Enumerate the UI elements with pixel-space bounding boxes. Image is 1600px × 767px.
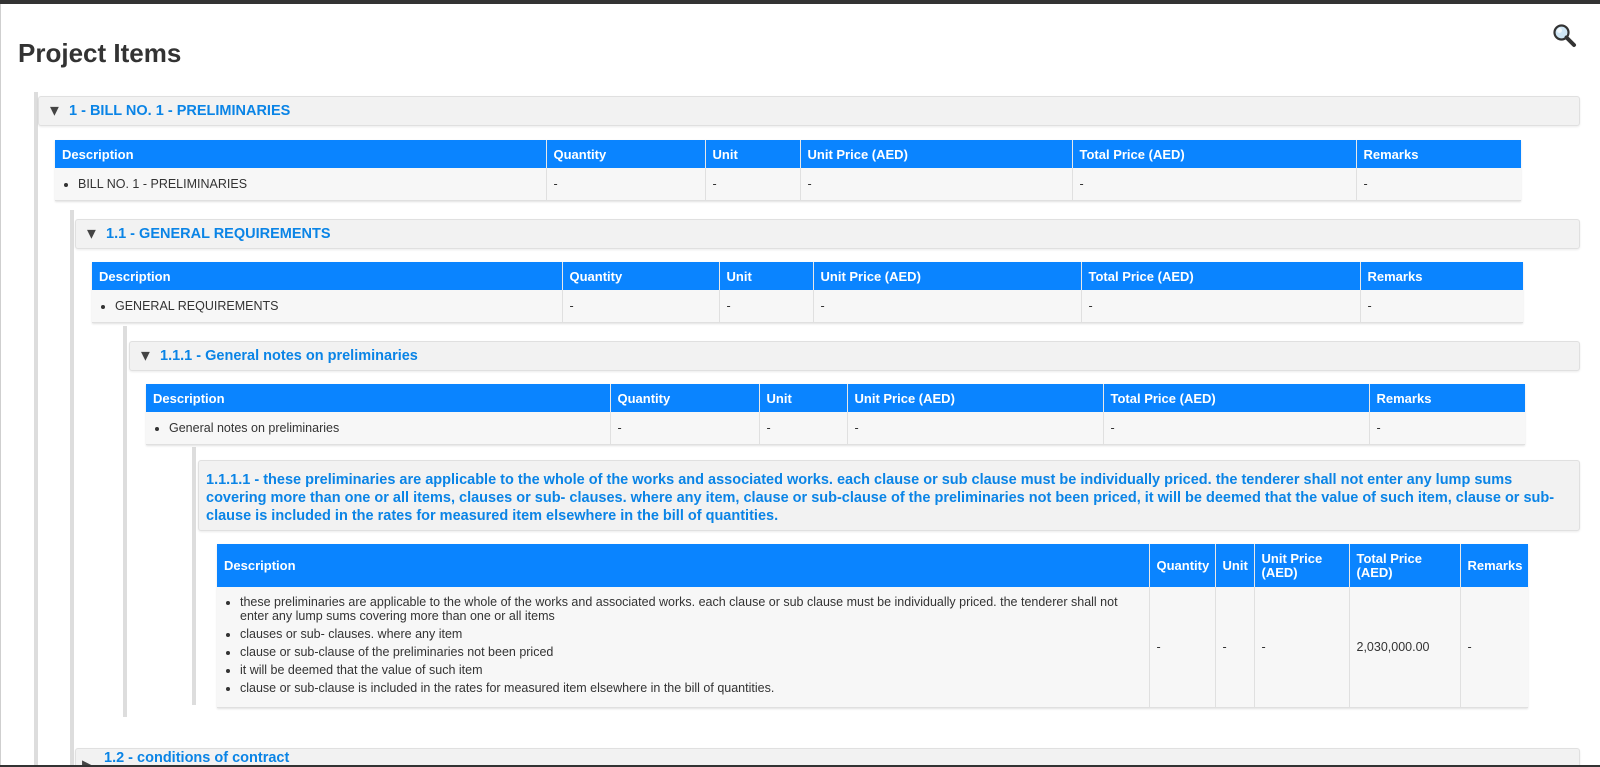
column-header-unit: Unit bbox=[705, 140, 801, 168]
search-icon[interactable] bbox=[1551, 22, 1579, 50]
description-item: clause or sub-clause of the preliminarie… bbox=[240, 645, 1142, 659]
table-row: BILL NO. 1 - PRELIMINARIES - - - - - bbox=[55, 168, 1521, 201]
column-header-description: Description bbox=[217, 544, 1150, 587]
unit-cell: - bbox=[705, 168, 801, 201]
column-header-remarks: Remarks bbox=[1356, 140, 1521, 168]
items-table-bill-1: Description Quantity Unit Unit Price (AE… bbox=[55, 140, 1521, 201]
expanded-arrow-icon[interactable]: ▼ bbox=[84, 226, 99, 243]
column-header-total-price: Total Price (AED) bbox=[1072, 140, 1357, 168]
unit-price-cell: - bbox=[800, 168, 1073, 201]
expanded-arrow-icon[interactable]: ▼ bbox=[138, 348, 153, 365]
items-table-1-1-1-1: Description Quantity Unit Unit Price (AE… bbox=[217, 544, 1528, 708]
column-header-unit: Unit bbox=[759, 384, 848, 412]
section-title[interactable]: 1.1.1.1 - these preliminaries are applic… bbox=[206, 471, 1567, 525]
column-header-total-price: Total Price (AED) bbox=[1103, 384, 1370, 412]
column-header-description: Description bbox=[92, 262, 563, 290]
column-header-quantity: Quantity bbox=[562, 262, 720, 290]
column-header-remarks: Remarks bbox=[1360, 262, 1523, 290]
column-header-remarks: Remarks bbox=[1369, 384, 1525, 412]
column-header-total-price: Total Price (AED) bbox=[1081, 262, 1361, 290]
column-header-total-price: Total Price (AED) bbox=[1349, 544, 1461, 587]
description-item: it will be deemed that the value of such… bbox=[240, 663, 1142, 677]
column-header-quantity: Quantity bbox=[1149, 544, 1216, 587]
description-item: these preliminaries are applicable to th… bbox=[240, 595, 1142, 623]
items-table-1-1: Description Quantity Unit Unit Price (AE… bbox=[92, 262, 1523, 323]
column-header-remarks: Remarks bbox=[1460, 544, 1528, 587]
unit-price-cell: - bbox=[813, 290, 1082, 323]
unit-price-cell: - bbox=[1254, 587, 1350, 708]
section-title[interactable]: 1.2 - conditions of contract bbox=[104, 750, 289, 765]
section-header-bill-1[interactable]: ▼ 1 - BILL NO. 1 - PRELIMINARIES bbox=[38, 96, 1580, 126]
total-price-cell: - bbox=[1072, 168, 1357, 201]
table-row: General notes on preliminaries - - - - - bbox=[146, 412, 1525, 445]
section-title[interactable]: 1.1.1 - General notes on preliminaries bbox=[160, 348, 418, 364]
quantity-cell: - bbox=[546, 168, 706, 201]
column-header-quantity: Quantity bbox=[610, 384, 760, 412]
collapsed-arrow-icon[interactable]: ▶ bbox=[82, 756, 94, 765]
expanded-arrow-icon[interactable]: ▼ bbox=[47, 103, 62, 120]
unit-cell: - bbox=[1215, 587, 1255, 708]
total-price-cell: - bbox=[1081, 290, 1361, 323]
description-cell: BILL NO. 1 - PRELIMINARIES bbox=[55, 168, 547, 201]
page-title: Project Items bbox=[18, 38, 182, 68]
total-price-cell: - bbox=[1103, 412, 1370, 445]
description-item: General notes on preliminaries bbox=[169, 421, 603, 435]
quantity-cell: - bbox=[1149, 587, 1216, 708]
column-header-unit-price: Unit Price (AED) bbox=[1254, 544, 1350, 587]
remarks-cell: - bbox=[1360, 290, 1523, 323]
description-cell: GENERAL REQUIREMENTS bbox=[92, 290, 563, 323]
section-header-1-1-1-1[interactable]: 1.1.1.1 - these preliminaries are applic… bbox=[198, 460, 1580, 531]
description-cell: General notes on preliminaries bbox=[146, 412, 611, 445]
quantity-cell: - bbox=[562, 290, 720, 323]
nesting-bar-level-3 bbox=[123, 326, 127, 717]
column-header-description: Description bbox=[55, 140, 547, 168]
remarks-cell: - bbox=[1356, 168, 1521, 201]
column-header-unit: Unit bbox=[719, 262, 814, 290]
column-header-unit-price: Unit Price (AED) bbox=[800, 140, 1073, 168]
description-cell: these preliminaries are applicable to th… bbox=[217, 587, 1150, 708]
table-row: these preliminaries are applicable to th… bbox=[217, 587, 1528, 708]
section-header-1-1[interactable]: ▼ 1.1 - GENERAL REQUIREMENTS bbox=[75, 219, 1580, 249]
column-header-unit: Unit bbox=[1215, 544, 1255, 587]
column-header-description: Description bbox=[146, 384, 611, 412]
section-title[interactable]: 1.1 - GENERAL REQUIREMENTS bbox=[106, 226, 331, 242]
description-item: GENERAL REQUIREMENTS bbox=[115, 299, 555, 313]
unit-cell: - bbox=[759, 412, 848, 445]
remarks-cell: - bbox=[1460, 587, 1528, 708]
unit-price-cell: - bbox=[847, 412, 1104, 445]
quantity-cell: - bbox=[610, 412, 760, 445]
items-table-1-1-1: Description Quantity Unit Unit Price (AE… bbox=[146, 384, 1525, 445]
section-title[interactable]: 1 - BILL NO. 1 - PRELIMINARIES bbox=[69, 103, 290, 119]
description-item: BILL NO. 1 - PRELIMINARIES bbox=[78, 177, 539, 191]
nesting-bar-level-4 bbox=[192, 447, 196, 705]
description-item: clauses or sub- clauses. where any item bbox=[240, 627, 1142, 641]
unit-cell: - bbox=[719, 290, 814, 323]
table-row: GENERAL REQUIREMENTS - - - - - bbox=[92, 290, 1523, 323]
column-header-quantity: Quantity bbox=[546, 140, 706, 168]
section-header-1-2[interactable]: ▶ 1.2 - conditions of contract bbox=[75, 748, 1580, 765]
nesting-bar-level-2 bbox=[70, 210, 74, 765]
column-header-unit-price: Unit Price (AED) bbox=[813, 262, 1082, 290]
column-header-unit-price: Unit Price (AED) bbox=[847, 384, 1104, 412]
description-item: clause or sub-clause is included in the … bbox=[240, 681, 1142, 695]
total-price-cell: 2,030,000.00 bbox=[1349, 587, 1461, 708]
section-header-1-1-1[interactable]: ▼ 1.1.1 - General notes on preliminaries bbox=[129, 341, 1580, 371]
remarks-cell: - bbox=[1369, 412, 1525, 445]
nesting-bar-level-1 bbox=[34, 92, 38, 765]
project-items-window: Project Items ▼ 1 - BILL NO. 1 - PRELIMI… bbox=[0, 4, 1600, 765]
